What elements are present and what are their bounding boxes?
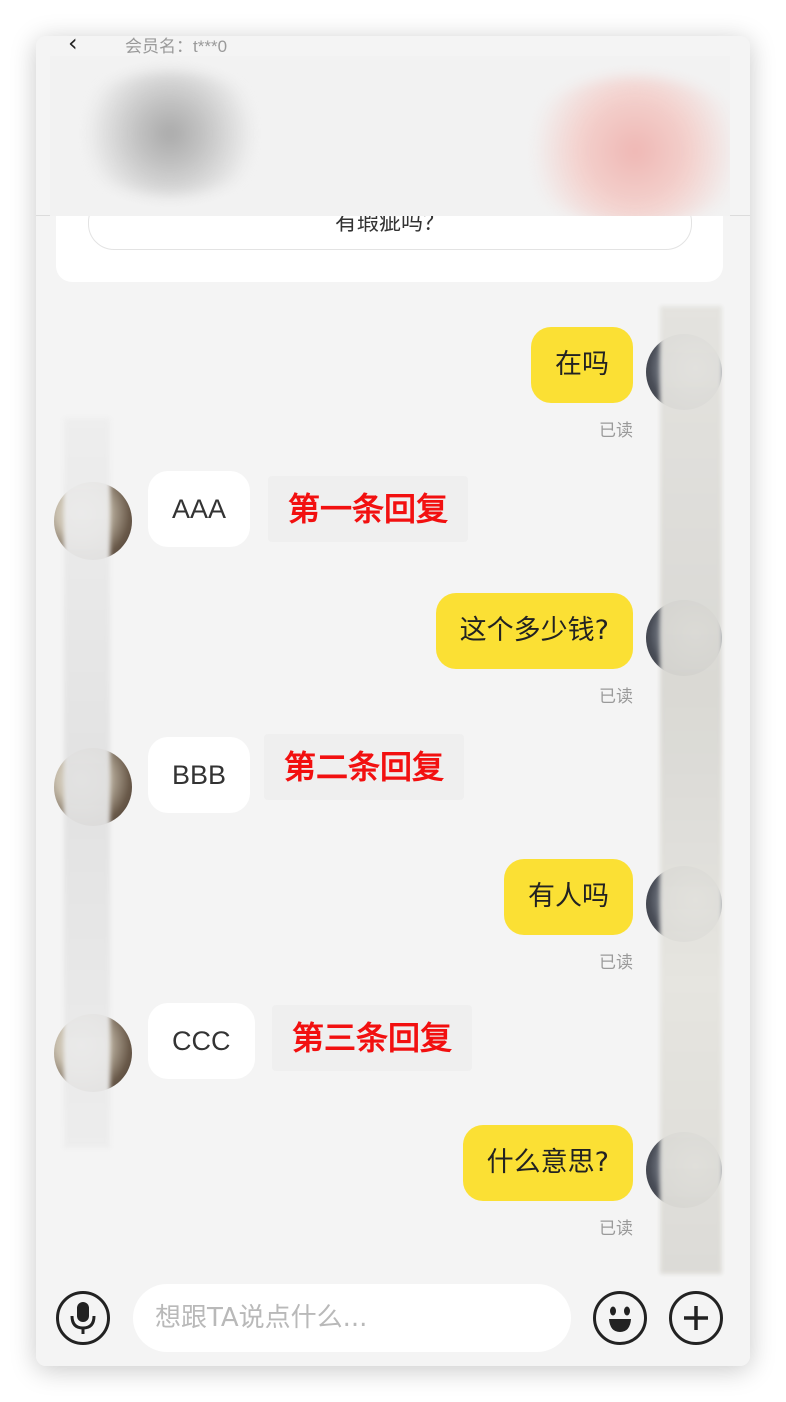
product-card-blurred[interactable]	[50, 56, 730, 216]
member-name: 会员名：t***0	[125, 36, 227, 58]
message-input[interactable]	[133, 1284, 571, 1352]
chat-header: ‹ 会员名：t***0	[36, 36, 750, 216]
incoming-message-bubble[interactable]: BBB	[148, 737, 251, 813]
read-status: 已读	[599, 421, 633, 441]
product-image-blur	[70, 71, 270, 196]
product-price-blur	[520, 76, 730, 216]
incoming-message-bubble[interactable]: CCC	[148, 1003, 255, 1079]
read-status: 已读	[599, 687, 633, 707]
read-status: 已读	[599, 1219, 633, 1239]
annotation-label: 第三条回复	[272, 1005, 473, 1071]
privacy-blur-left	[64, 418, 110, 1148]
microphone-icon[interactable]	[56, 1291, 110, 1345]
incoming-message-bubble[interactable]: AAA	[148, 471, 251, 547]
emoji-icon[interactable]	[593, 1291, 647, 1345]
microphone-glyph	[70, 1302, 96, 1334]
input-bar	[36, 1276, 750, 1366]
annotation-label: 第二条回复	[264, 734, 465, 800]
plus-glyph	[684, 1306, 708, 1330]
plus-icon[interactable]	[669, 1291, 723, 1345]
outgoing-message-bubble[interactable]: 在吗	[531, 327, 633, 403]
outgoing-message-bubble[interactable]: 有人吗	[504, 859, 633, 935]
annotation-label: 第一条回复	[268, 476, 469, 542]
privacy-blur-right	[660, 306, 722, 1274]
outgoing-message-bubble[interactable]: 这个多少钱?	[435, 593, 633, 669]
member-name-label: 会员名：t***0	[125, 37, 228, 56]
emoji-glyph	[609, 1306, 631, 1332]
chat-window: ‹ 会员名：t***0 有瑕疵吗？ 在吗 已读 AAA 第一条回复 这个多少钱?…	[36, 36, 750, 1366]
message-list[interactable]: 在吗 已读 AAA 第一条回复 这个多少钱? 已读 BBB 第二条回复 有人吗 …	[36, 306, 750, 1276]
outgoing-message-bubble[interactable]: 什么意思?	[462, 1125, 633, 1201]
read-status: 已读	[599, 953, 633, 973]
back-arrow-icon[interactable]: ‹	[68, 36, 90, 55]
